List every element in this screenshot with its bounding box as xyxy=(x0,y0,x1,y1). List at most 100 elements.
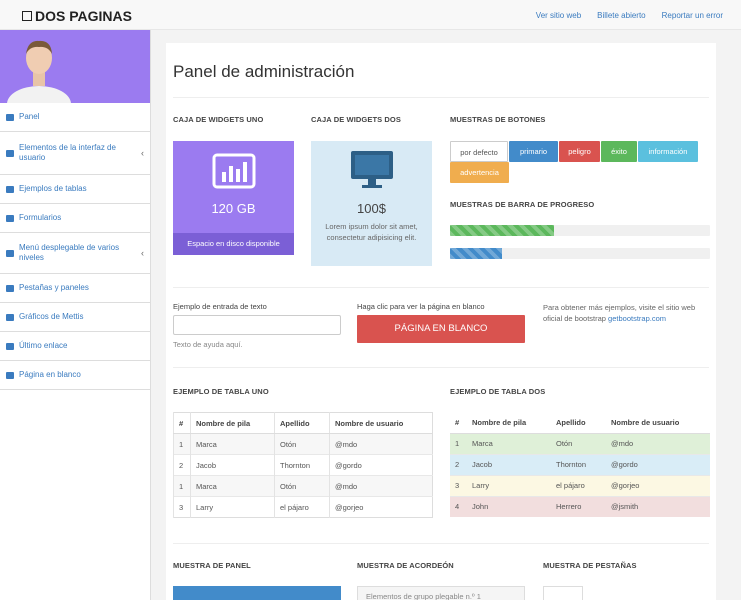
success-button[interactable]: éxito xyxy=(601,141,637,162)
sidebar-item-label: Pestañas y paneles xyxy=(19,283,89,292)
sidebar-item-forms[interactable]: Formularios xyxy=(0,204,150,233)
brand-logo[interactable]: DOS PAGINAS xyxy=(22,8,132,24)
table-two: # Nombre de pila Apellido Nombre de usua… xyxy=(450,412,710,517)
table-row: 1 Marca Otón @mdo xyxy=(173,475,433,497)
divider xyxy=(173,543,709,544)
table-icon xyxy=(6,371,14,379)
sidebar-item-charts[interactable]: Gráficos de Mettis xyxy=(0,303,150,332)
sidebar-item-label: Formularios xyxy=(19,213,62,222)
progress-fill xyxy=(450,248,502,259)
tabs-sample-title: MUESTRA DE PESTAÑAS xyxy=(543,561,637,570)
table-cell: Herrero xyxy=(551,495,606,517)
widget-one-value: 120 GB xyxy=(211,201,256,216)
edit-icon xyxy=(6,342,14,350)
view-site-link[interactable]: Ver sitio web xyxy=(536,11,581,20)
sidebar-item-panel[interactable]: Panel xyxy=(0,103,150,132)
table-header-row: # Nombre de pila Apellido Nombre de usua… xyxy=(173,412,433,434)
panel-sample-title: MUESTRA DE PANEL xyxy=(173,561,251,570)
table-cell: 1 xyxy=(450,432,467,454)
table-cell: 1 xyxy=(173,475,191,497)
table-one: # Nombre de pila Apellido Nombre de usua… xyxy=(173,412,433,518)
widget-two-value: 100$ xyxy=(357,201,386,216)
edit-icon xyxy=(6,214,14,222)
default-button[interactable]: por defecto xyxy=(450,141,508,162)
table-cell: Jacob xyxy=(467,453,551,475)
progress-fill xyxy=(450,225,554,236)
text-input[interactable] xyxy=(173,315,341,335)
edit-icon xyxy=(6,149,14,157)
progress-bar-1 xyxy=(450,225,710,236)
panel-sample-header xyxy=(173,586,341,600)
report-bug-link[interactable]: Reportar un error xyxy=(662,11,723,20)
sidebar-item-label: Último enlace xyxy=(19,341,68,350)
sidebar-item-multilevel[interactable]: Menú desplegable de varios niveles ‹ xyxy=(0,233,150,274)
text-input-label: Ejemplo de entrada de texto xyxy=(173,302,267,311)
chevron-left-icon: ‹ xyxy=(141,148,144,158)
table-cell: Otón xyxy=(274,433,330,455)
sidebar-item-label: Menú desplegable de varios niveles xyxy=(19,243,120,262)
widget-one: 120 GB Espacio en disco disponible xyxy=(173,141,294,255)
widget-two-description: Lorem ipsum dolor sit amet, consectetur … xyxy=(325,222,418,242)
chevron-left-icon: ‹ xyxy=(141,248,144,258)
col-header: # xyxy=(450,412,467,434)
avatar xyxy=(0,30,150,103)
table-row: 1 Marca Otón @mdo xyxy=(173,433,433,455)
table-row: 1 Marca Otón @mdo xyxy=(450,432,710,454)
table-cell: 1 xyxy=(173,433,191,455)
monitor-icon xyxy=(351,151,393,188)
sidebar-item-label: Página en blanco xyxy=(19,370,81,379)
col-header: Nombre de pila xyxy=(190,412,275,434)
user-avatar-icon xyxy=(7,40,71,103)
bootstrap-link[interactable]: getbootstrap.com xyxy=(608,314,666,323)
tab-sample-active[interactable] xyxy=(543,586,583,600)
divider xyxy=(173,287,709,288)
table-cell: Otón xyxy=(551,432,606,454)
col-header: Nombre de pila xyxy=(467,412,551,434)
table-cell: 2 xyxy=(173,454,191,476)
open-ticket-link[interactable]: Billete abierto xyxy=(597,11,645,20)
table-row: 2 Jacob Thornton @gordo xyxy=(450,453,710,475)
sidebar-item-label: Elementos de la interfaz de usuario xyxy=(19,143,116,162)
table-cell: Larry xyxy=(467,474,551,496)
table-cell: Otón xyxy=(274,475,330,497)
table-cell: Marca xyxy=(467,432,551,454)
table-cell: Thornton xyxy=(274,454,330,476)
table-row: 4 John Herrero @jsmith xyxy=(450,495,710,517)
table-cell: Jacob xyxy=(190,454,275,476)
checkbox-square-icon xyxy=(22,11,32,21)
progress-bar-2 xyxy=(450,248,710,259)
col-header: Apellido xyxy=(274,412,330,434)
col-header: Nombre de usuario xyxy=(606,412,710,434)
table-cell: John xyxy=(467,495,551,517)
widget-one-title: CAJA DE WIDGETS UNO xyxy=(173,115,264,124)
list-icon xyxy=(6,284,14,292)
danger-button[interactable]: peligro xyxy=(559,141,600,162)
table-cell: 3 xyxy=(450,474,467,496)
sidebar-item-tabs-panels[interactable]: Pestañas y paneles xyxy=(0,274,150,303)
sidebar-item-tables[interactable]: Ejemplos de tablas xyxy=(0,175,150,204)
sidebar-item-last-link[interactable]: Último enlace xyxy=(0,332,150,361)
warning-button[interactable]: advertencia xyxy=(450,162,509,183)
navbar-links: Ver sitio web Billete abierto Reportar u… xyxy=(536,11,723,20)
page-content: Panel de administración CAJA DE WIDGETS … xyxy=(166,43,716,600)
accordion-item[interactable]: Elementos de grupo plegable n.º 1 xyxy=(357,586,525,600)
help-text: Texto de ayuda aquí. xyxy=(173,340,243,349)
table-row: 2 Jacob Thornton @gordo xyxy=(173,454,433,476)
blank-page-button[interactable]: PÁGINA EN BLANCO xyxy=(357,315,525,343)
col-header: Apellido xyxy=(551,412,606,434)
brand-label: DOS PAGINAS xyxy=(35,8,132,24)
sidebar: Panel Elementos de la interfaz de usuari… xyxy=(0,30,151,600)
table-cell: @gordo xyxy=(329,454,433,476)
widget-two-title: CAJA DE WIDGETS DOS xyxy=(311,115,401,124)
chart-icon xyxy=(6,313,14,321)
col-header: Nombre de usuario xyxy=(329,412,433,434)
sidebar-item-ui-elements[interactable]: Elementos de la interfaz de usuario ‹ xyxy=(0,132,150,175)
divider xyxy=(173,97,709,98)
sidebar-item-blank-page[interactable]: Página en blanco xyxy=(0,361,150,390)
primary-button[interactable]: primario xyxy=(509,141,558,162)
accordion-sample-title: MUESTRA DE ACORDEÓN xyxy=(357,561,454,570)
blank-page-label: Haga clic para ver la página en blanco xyxy=(357,302,485,311)
table-two-title: EJEMPLO DE TABLA DOS xyxy=(450,387,546,396)
info-button[interactable]: información xyxy=(638,141,698,162)
col-header: # xyxy=(173,412,191,434)
